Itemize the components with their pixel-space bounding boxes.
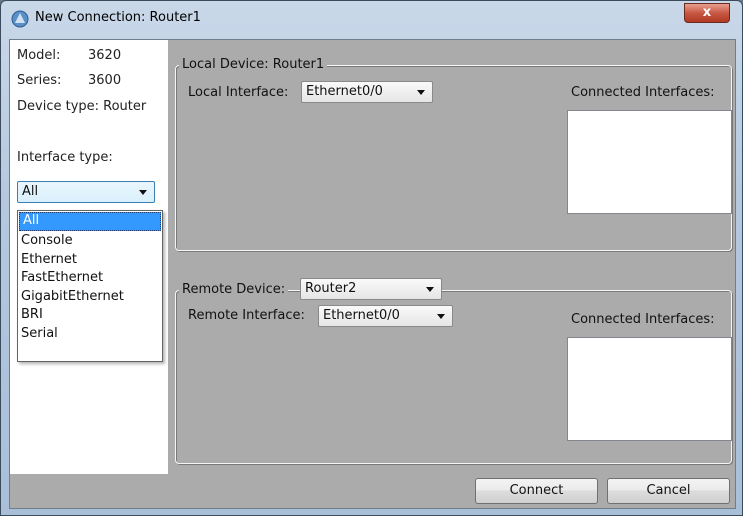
dropdown-option-fastethernet[interactable]: FastEthernet [18,269,162,288]
connect-button[interactable]: Connect [475,478,598,504]
chevron-down-icon[interactable] [417,90,425,95]
interface-type-select[interactable]: All [17,181,155,203]
local-connected-label: Connected Interfaces: [571,85,715,100]
interface-type-label: Interface type: [17,150,113,165]
remote-device-select[interactable]: Router2 [300,278,442,300]
dropdown-option-console[interactable]: Console [18,232,162,251]
new-connection-dialog: New Connection: Router1 x Model: 3620 Se… [0,0,743,516]
remote-connected-label: Connected Interfaces: [571,312,715,327]
interface-type-dropdown: All Console Ethernet FastEthernet Gigabi… [17,210,163,362]
remote-connected-interfaces-list[interactable] [567,337,732,441]
series-label: Series: [17,73,62,88]
dropdown-option-ethernet[interactable]: Ethernet [18,251,162,270]
series-row: Series: 3600 [17,73,167,91]
interface-type-value: All [22,184,39,199]
dropdown-option-all[interactable]: All [19,212,161,231]
local-interface-label: Local Interface: [188,85,289,100]
remote-device-label: Remote Device: [179,282,289,297]
dropdown-option-serial[interactable]: Serial [18,325,162,344]
device-type-text: Device type: Router [17,99,147,114]
local-connected-interfaces-list[interactable] [567,110,732,214]
dialog-body: Model: 3620 Series: 3600 Device type: Ro… [9,39,736,509]
series-value: 3600 [88,73,122,88]
remote-interface-label: Remote Interface: [188,308,305,323]
close-button[interactable]: x [684,3,730,23]
cancel-button[interactable]: Cancel [607,478,730,504]
local-interface-select[interactable]: Ethernet0/0 [301,81,433,103]
app-logo-icon [11,10,29,28]
local-device-legend: Local Device: Router1 [179,57,328,72]
remote-interface-select[interactable]: Ethernet0/0 [318,305,453,327]
local-interface-value: Ethernet0/0 [306,84,383,99]
dropdown-option-gigabitethernet[interactable]: GigabitEthernet [18,288,162,307]
remote-device-value: Router2 [305,281,357,296]
model-label: Model: [17,48,61,63]
remote-interface-value: Ethernet0/0 [323,308,400,323]
dropdown-option-bri[interactable]: BRI [18,306,162,325]
device-info-panel: Model: 3620 Series: 3600 Device type: Ro… [10,40,168,474]
chevron-down-icon[interactable] [426,287,434,292]
model-value: 3620 [88,48,122,63]
chevron-down-icon[interactable] [139,190,147,195]
window-title: New Connection: Router1 [35,10,201,25]
chevron-down-icon[interactable] [437,314,445,319]
title-bar[interactable]: New Connection: Router1 x [1,1,742,35]
model-row: Model: 3620 [17,48,167,66]
